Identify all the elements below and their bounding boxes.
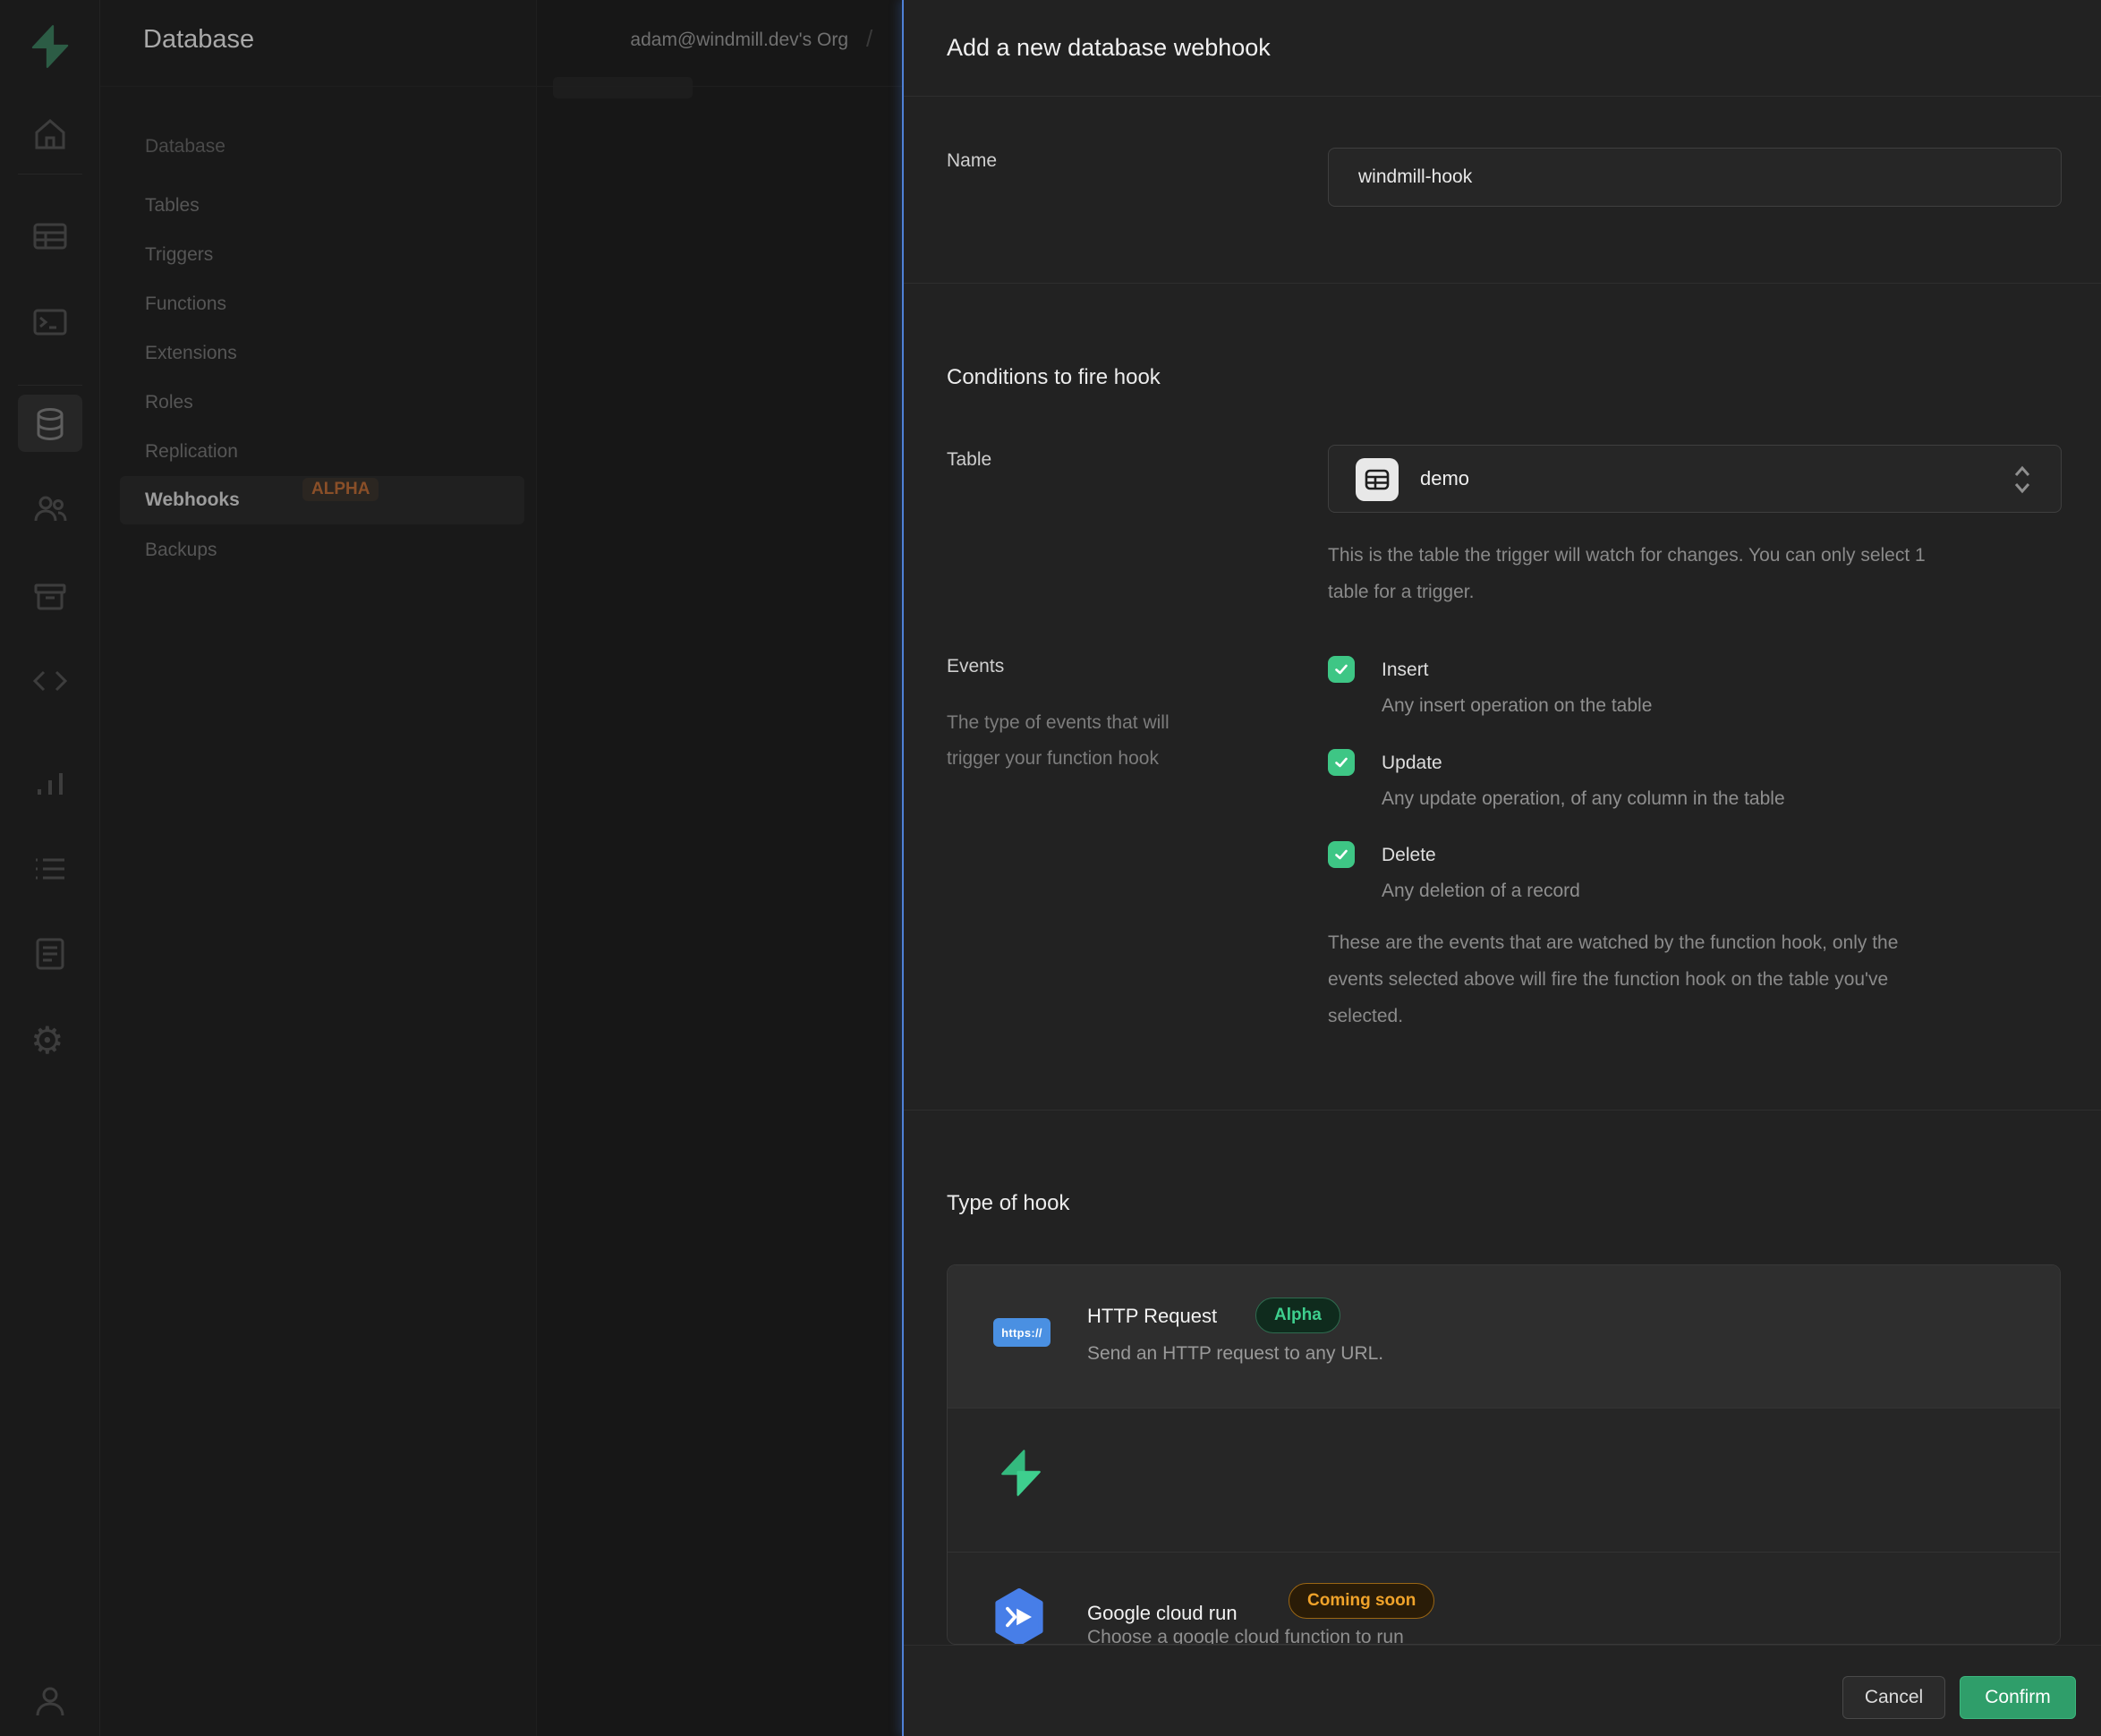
hook-option-desc: Choose a google cloud function to run — [1087, 1625, 1404, 1645]
rail-divider — [18, 385, 82, 386]
app-window: ⚙ Database Database Tables Triggers Func… — [0, 0, 2101, 1736]
table-help-text: This is the table the trigger will watch… — [1328, 537, 1954, 610]
hook-option-desc: Send an HTTP request to any URL. — [1087, 1341, 1383, 1366]
settings-gear-icon[interactable]: ⚙ — [30, 1019, 64, 1062]
sidebar-item-functions[interactable]: Functions — [145, 293, 226, 316]
name-label: Name — [947, 150, 997, 172]
sidebar-item-tables[interactable]: Tables — [145, 194, 200, 217]
hook-option-http-request[interactable]: https:// HTTP Request Alpha Send an HTTP… — [948, 1265, 2060, 1408]
icon-rail: ⚙ — [0, 0, 100, 1736]
confirm-button[interactable]: Confirm — [1960, 1676, 2076, 1719]
breadcrumb-skeleton — [553, 77, 693, 98]
panel-title: Add a new database webhook — [947, 34, 1271, 62]
hook-option-title: Google cloud run — [1087, 1601, 1238, 1626]
database-icon[interactable] — [30, 404, 70, 444]
auth-users-icon[interactable] — [30, 489, 70, 529]
delete-desc: Any deletion of a record — [1382, 879, 1580, 904]
insert-label: Insert — [1382, 658, 1429, 683]
update-desc: Any update operation, of any column in t… — [1382, 787, 1785, 812]
api-code-icon[interactable] — [30, 661, 70, 701]
events-note-text: These are the events that are watched by… — [1328, 924, 1954, 1034]
hook-option-google-cloud-run[interactable]: Google cloud run Coming soon Choose a go… — [948, 1552, 2060, 1645]
table-label: Table — [947, 449, 991, 471]
sql-editor-icon[interactable] — [30, 302, 70, 342]
panel-footer: Cancel Confirm — [904, 1645, 2101, 1736]
hook-option-supabase-function[interactable]: Supabase Function Coming soon Choose a S… — [948, 1408, 2060, 1552]
supabase-bolt-icon — [996, 1444, 1046, 1502]
coming-soon-badge: Coming soon — [1289, 1583, 1434, 1619]
webhook-panel: Add a new database webhook Name Conditio… — [902, 0, 2101, 1736]
sidebar-item-roles[interactable]: Roles — [145, 391, 193, 414]
storage-icon[interactable] — [30, 576, 70, 616]
sidebar-item-webhooks[interactable]: Webhooks ALPHA — [120, 476, 524, 524]
alpha-badge: ALPHA — [302, 478, 379, 501]
nav-group-database: Database — [145, 136, 225, 157]
https-icon: https:// — [993, 1318, 1050, 1347]
delete-checkbox[interactable] — [1328, 841, 1355, 868]
table-select[interactable]: demo — [1328, 445, 2062, 513]
hook-type-list: https:// HTTP Request Alpha Send an HTTP… — [947, 1264, 2061, 1645]
insert-desc: Any insert operation on the table — [1382, 694, 1652, 719]
hook-option-title: HTTP Request — [1087, 1304, 1217, 1329]
chevron-up-down-icon — [2012, 464, 2032, 496]
supabase-logo-icon[interactable] — [27, 23, 73, 73]
docs-file-icon[interactable] — [30, 934, 70, 974]
account-user-icon[interactable] — [30, 1682, 70, 1722]
sidebar-item-replication[interactable]: Replication — [145, 440, 238, 464]
sidebar-item-backups[interactable]: Backups — [145, 539, 217, 562]
update-checkbox[interactable] — [1328, 749, 1355, 776]
page-title: Database — [143, 25, 254, 55]
table-editor-icon[interactable] — [30, 217, 70, 256]
google-cloud-run-icon — [994, 1588, 1044, 1645]
name-input[interactable] — [1328, 148, 2062, 207]
update-label: Update — [1382, 751, 1442, 776]
table-icon — [1356, 458, 1399, 501]
logs-list-icon[interactable] — [30, 849, 70, 889]
delete-label: Delete — [1382, 843, 1436, 868]
events-help-text: The type of events that will trigger you… — [947, 705, 1215, 777]
cancel-button[interactable]: Cancel — [1842, 1676, 1945, 1719]
conditions-heading: Conditions to fire hook — [947, 365, 1161, 390]
sidebar-nav: Database Database Tables Triggers Functi… — [100, 0, 537, 1736]
panel-divider — [904, 96, 2101, 97]
sidebar-item-triggers[interactable]: Triggers — [145, 243, 213, 267]
breadcrumb-separator: / — [866, 25, 872, 53]
sidebar-item-extensions[interactable]: Extensions — [145, 342, 237, 365]
org-breadcrumb[interactable]: adam@windmill.dev's Org — [573, 30, 848, 51]
header-divider — [100, 86, 902, 87]
panel-divider — [904, 283, 2101, 284]
table-select-value: demo — [1420, 467, 1469, 490]
insert-checkbox[interactable] — [1328, 656, 1355, 683]
sidebar-item-webhooks-label: Webhooks — [145, 489, 240, 512]
hook-type-heading: Type of hook — [947, 1191, 1069, 1216]
home-icon[interactable] — [30, 115, 70, 154]
reports-chart-icon[interactable] — [30, 764, 70, 804]
panel-divider — [904, 1110, 2101, 1111]
alpha-badge: Alpha — [1255, 1298, 1340, 1333]
events-label: Events — [947, 656, 1004, 677]
